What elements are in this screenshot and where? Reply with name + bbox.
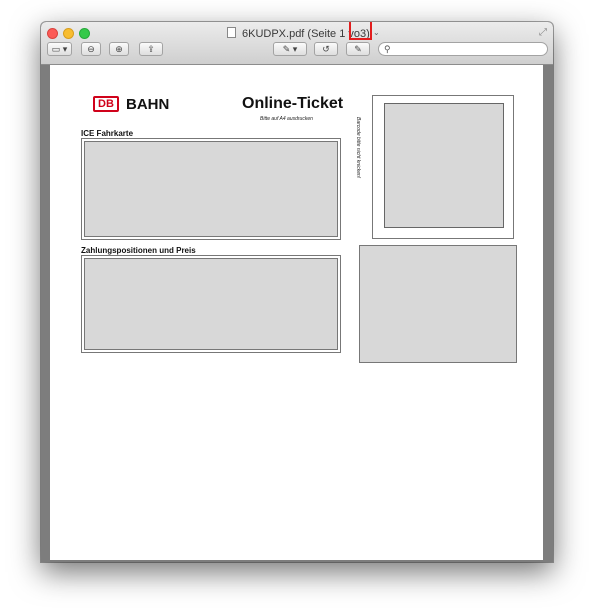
fullscreen-icon[interactable]: ⤢ <box>539 27 547 38</box>
fahrkarte-frame <box>81 138 341 240</box>
minimize-button[interactable] <box>63 28 74 39</box>
barcode-note: Barcode bitte nicht knicken! <box>355 117 361 179</box>
barcode-frame <box>372 95 514 239</box>
section-heading-fahrkarte: ICE Fahrkarte <box>81 129 134 138</box>
db-logo: DB <box>93 96 119 112</box>
sidebar-view-button[interactable]: ▭ ▾ <box>47 42 72 56</box>
share-button[interactable]: ⇪ <box>139 42 163 56</box>
info-redacted-area <box>359 245 517 363</box>
edit-button[interactable]: ✎ <box>346 42 370 56</box>
title-toolbar: 6KUDPX.pdf (Seite 1 vo3) ⌄ ⤢ ▭ ▾ ⊖ ⊕ ⇪ ✎… <box>41 22 553 65</box>
highlight-box <box>349 22 372 40</box>
markup-button[interactable]: ✎ ▾ <box>273 42 307 56</box>
pdf-page[interactable]: DB BAHN Online-Ticket Bitte auf A4 ausdr… <box>50 65 543 560</box>
barcode-redacted-area <box>384 103 504 228</box>
fahrkarte-redacted-area <box>84 141 338 237</box>
bahn-logo-text: BAHN <box>126 96 170 113</box>
zoom-button[interactable] <box>79 28 90 39</box>
pdf-document-icon <box>227 27 236 38</box>
section-heading-zahlung: Zahlungspositionen und Preis <box>81 246 196 255</box>
search-field[interactable]: ⚲ <box>378 42 548 56</box>
ticket-subtitle: Bitte auf A4 ausdrucken <box>260 116 313 122</box>
rotate-button[interactable]: ↺ <box>314 42 338 56</box>
zahlung-frame <box>81 255 341 353</box>
close-button[interactable] <box>47 28 58 39</box>
zoom-in-button[interactable]: ⊕ <box>109 42 129 56</box>
zoom-out-button[interactable]: ⊖ <box>81 42 101 56</box>
preview-window: 6KUDPX.pdf (Seite 1 vo3) ⌄ ⤢ ▭ ▾ ⊖ ⊕ ⇪ ✎… <box>41 22 553 562</box>
search-icon: ⚲ <box>384 44 391 54</box>
ticket-title: Online-Ticket <box>242 95 344 112</box>
window-title-text: 6KUDPX.pdf (Seite 1 vo <box>242 28 361 40</box>
document-viewer[interactable]: DB BAHN Online-Ticket Bitte auf A4 ausdr… <box>41 65 553 562</box>
zahlung-redacted-area <box>84 258 338 350</box>
title-menu-chevron-icon[interactable]: ⌄ <box>373 28 380 37</box>
